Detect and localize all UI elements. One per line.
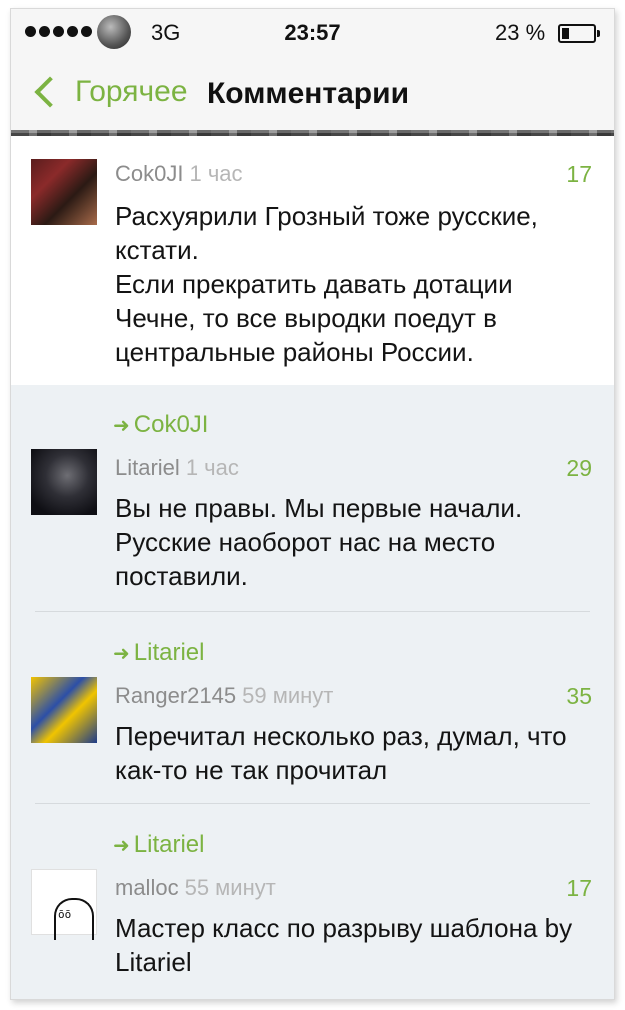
avatar[interactable] xyxy=(31,449,97,515)
comment-item[interactable]: Cok0JI 1 час 17 Расхуярили Грозный тоже р… xyxy=(11,137,614,385)
battery-level xyxy=(562,28,569,39)
reply-to-link[interactable]: ➜ Cok0JI xyxy=(113,411,208,439)
comment-author-line: Ranger2145 59 минут xyxy=(115,683,333,709)
back-button[interactable]: Горячее xyxy=(31,75,188,109)
comment-text: Вы не правы. Мы первые начали. Русские н… xyxy=(115,493,523,591)
comment-time: 1 час xyxy=(185,455,239,480)
reply-to-author: Litariel xyxy=(133,639,205,666)
navigation-bar: Горячее Комментарии xyxy=(11,55,614,136)
reply-to-link[interactable]: ➜ Litariel xyxy=(113,639,204,667)
comment-author[interactable]: Ranger2145 xyxy=(115,683,236,708)
avatar[interactable] xyxy=(31,159,97,225)
reply-item[interactable]: ➜ Litariel ōō malloc 55 минут 17 Мастер к… xyxy=(11,805,614,999)
back-label: Горячее xyxy=(75,75,188,108)
chevron-left-icon xyxy=(34,76,66,108)
phone-screen: 3G 23:57 23 % Горячее Комментарии Cok0JI… xyxy=(10,8,615,1000)
reply-arrow-icon: ➜ xyxy=(113,414,130,437)
battery-icon xyxy=(558,24,600,43)
comment-text: Расхуярили Грозный тоже русские, кстати.… xyxy=(115,201,538,367)
comment-time: 59 минут xyxy=(242,683,334,708)
comment-author[interactable]: Litariel xyxy=(115,455,180,480)
eyes-icon: ōō xyxy=(58,908,72,921)
divider xyxy=(35,803,590,804)
comment-author[interactable]: malloc xyxy=(115,875,179,900)
reply-to-author: Litariel xyxy=(133,831,205,858)
comment-text: Мастер класс по разрыву шаблона by Litar… xyxy=(115,913,573,977)
comment-author-line: Cok0JI 1 час xyxy=(115,161,243,187)
comment-list: Cok0JI 1 час 17 Расхуярили Грозный тоже р… xyxy=(11,137,614,999)
reply-to-author: Cok0JI xyxy=(133,411,209,438)
avatar[interactable]: ōō xyxy=(31,869,97,940)
comment-author-line: Litariel 1 час xyxy=(115,455,239,481)
status-bar: 3G 23:57 23 % xyxy=(11,9,614,55)
comment-author[interactable]: Cok0JI xyxy=(115,161,183,186)
avatar[interactable] xyxy=(31,677,97,743)
comment-score[interactable]: 35 xyxy=(566,683,592,710)
replies-section: ➜ Cok0JI Litariel 1 час 29 Вы не правы. М… xyxy=(11,385,614,999)
comment-score[interactable]: 29 xyxy=(566,455,592,482)
navbar-divider xyxy=(11,130,614,136)
reply-item[interactable]: ➜ Cok0JI Litariel 1 час 29 Вы не правы. М… xyxy=(11,385,614,613)
reply-item[interactable]: ➜ Litariel Ranger2145 59 минут 35 Перечит… xyxy=(11,613,614,805)
page-title: Комментарии xyxy=(207,77,410,110)
divider xyxy=(35,611,590,612)
reply-arrow-icon: ➜ xyxy=(113,642,130,665)
battery-percent: 23 % xyxy=(495,20,546,45)
comment-author-line: malloc 55 минут xyxy=(115,875,276,901)
comment-time: 55 минут xyxy=(184,875,276,900)
comment-time: 1 час xyxy=(189,161,243,186)
comment-text: Перечитал несколько раз, думал, что как-… xyxy=(115,721,567,785)
reply-to-link[interactable]: ➜ Litariel xyxy=(113,831,204,859)
reply-arrow-icon: ➜ xyxy=(113,834,130,857)
comment-score[interactable]: 17 xyxy=(566,161,592,188)
comment-score[interactable]: 17 xyxy=(566,875,592,902)
